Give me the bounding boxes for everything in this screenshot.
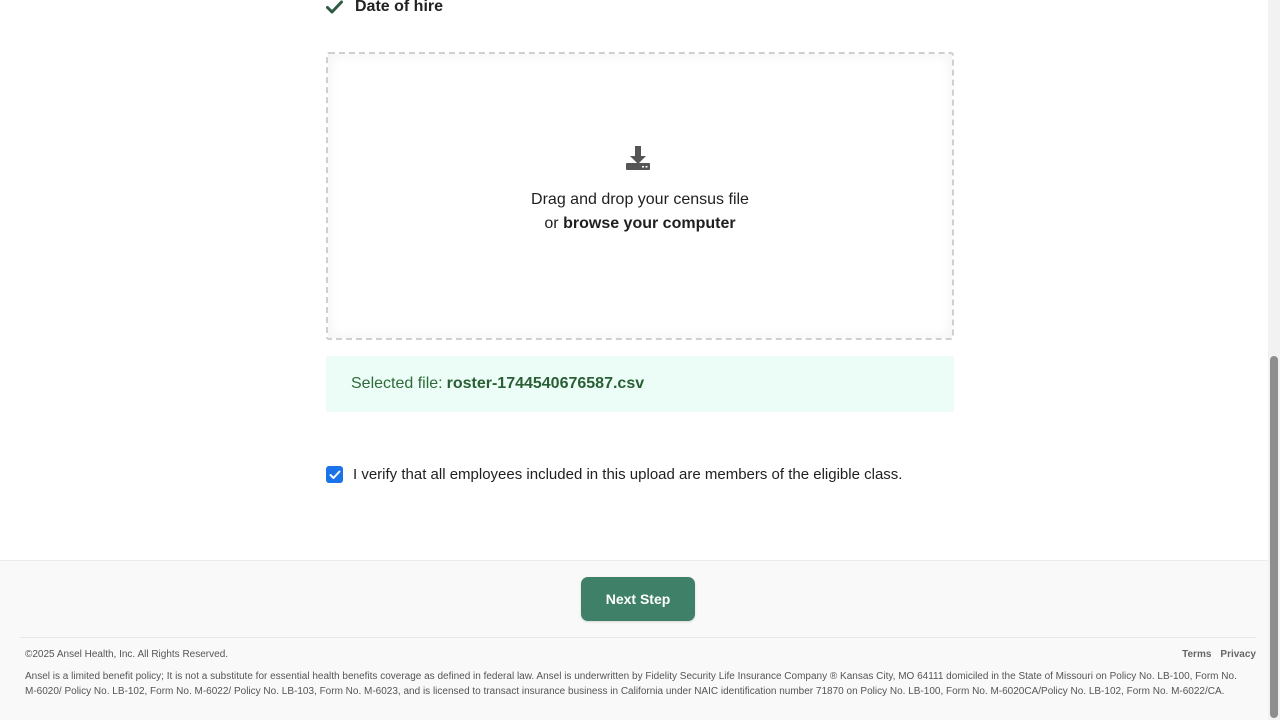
scrollbar-track[interactable] bbox=[1268, 0, 1280, 720]
copyright-text: ©2025 Ansel Health, Inc. All Rights Rese… bbox=[25, 649, 229, 660]
verify-eligibility-row: I verify that all employees included in … bbox=[326, 466, 902, 483]
download-icon bbox=[626, 146, 650, 170]
legal-disclaimer: Ansel is a limited benefit policy; It is… bbox=[25, 671, 1237, 697]
footer-divider bbox=[20, 637, 1256, 638]
browse-computer-link[interactable]: browse your computer bbox=[563, 215, 735, 232]
checkmark-icon bbox=[329, 470, 340, 479]
terms-link[interactable]: Terms bbox=[1182, 649, 1211, 660]
requirement-label: Date of hire bbox=[355, 0, 444, 15]
page: Date of hire Drag and drop your census f… bbox=[0, 0, 1280, 720]
selected-file-banner: Selected file: roster-1744540676587.csv bbox=[326, 356, 954, 412]
dropzone-line2: or browse your computer bbox=[328, 212, 952, 236]
privacy-link[interactable]: Privacy bbox=[1220, 649, 1256, 660]
verify-checkbox[interactable] bbox=[326, 466, 343, 483]
footer: Next Step ©2025 Ansel Health, Inc. All R… bbox=[0, 560, 1268, 720]
main-content: Date of hire Drag and drop your census f… bbox=[0, 0, 1268, 720]
footer-links: Terms Privacy bbox=[1182, 649, 1256, 660]
check-icon bbox=[326, 0, 343, 14]
requirement-item-date-of-hire: Date of hire bbox=[326, 0, 443, 18]
scrollbar-thumb[interactable] bbox=[1270, 356, 1278, 718]
verify-label: I verify that all employees included in … bbox=[353, 466, 903, 483]
next-step-button[interactable]: Next Step bbox=[581, 577, 695, 621]
selected-file-prefix: Selected file: bbox=[351, 375, 443, 392]
dropzone-line1: Drag and drop your census file bbox=[531, 191, 749, 208]
census-file-dropzone[interactable]: Drag and drop your census file or browse… bbox=[326, 52, 954, 340]
selected-file-name: roster-1744540676587.csv bbox=[446, 375, 645, 392]
dropzone-or: or bbox=[544, 215, 559, 232]
dropzone-instructions: Drag and drop your census file or browse… bbox=[328, 188, 952, 236]
